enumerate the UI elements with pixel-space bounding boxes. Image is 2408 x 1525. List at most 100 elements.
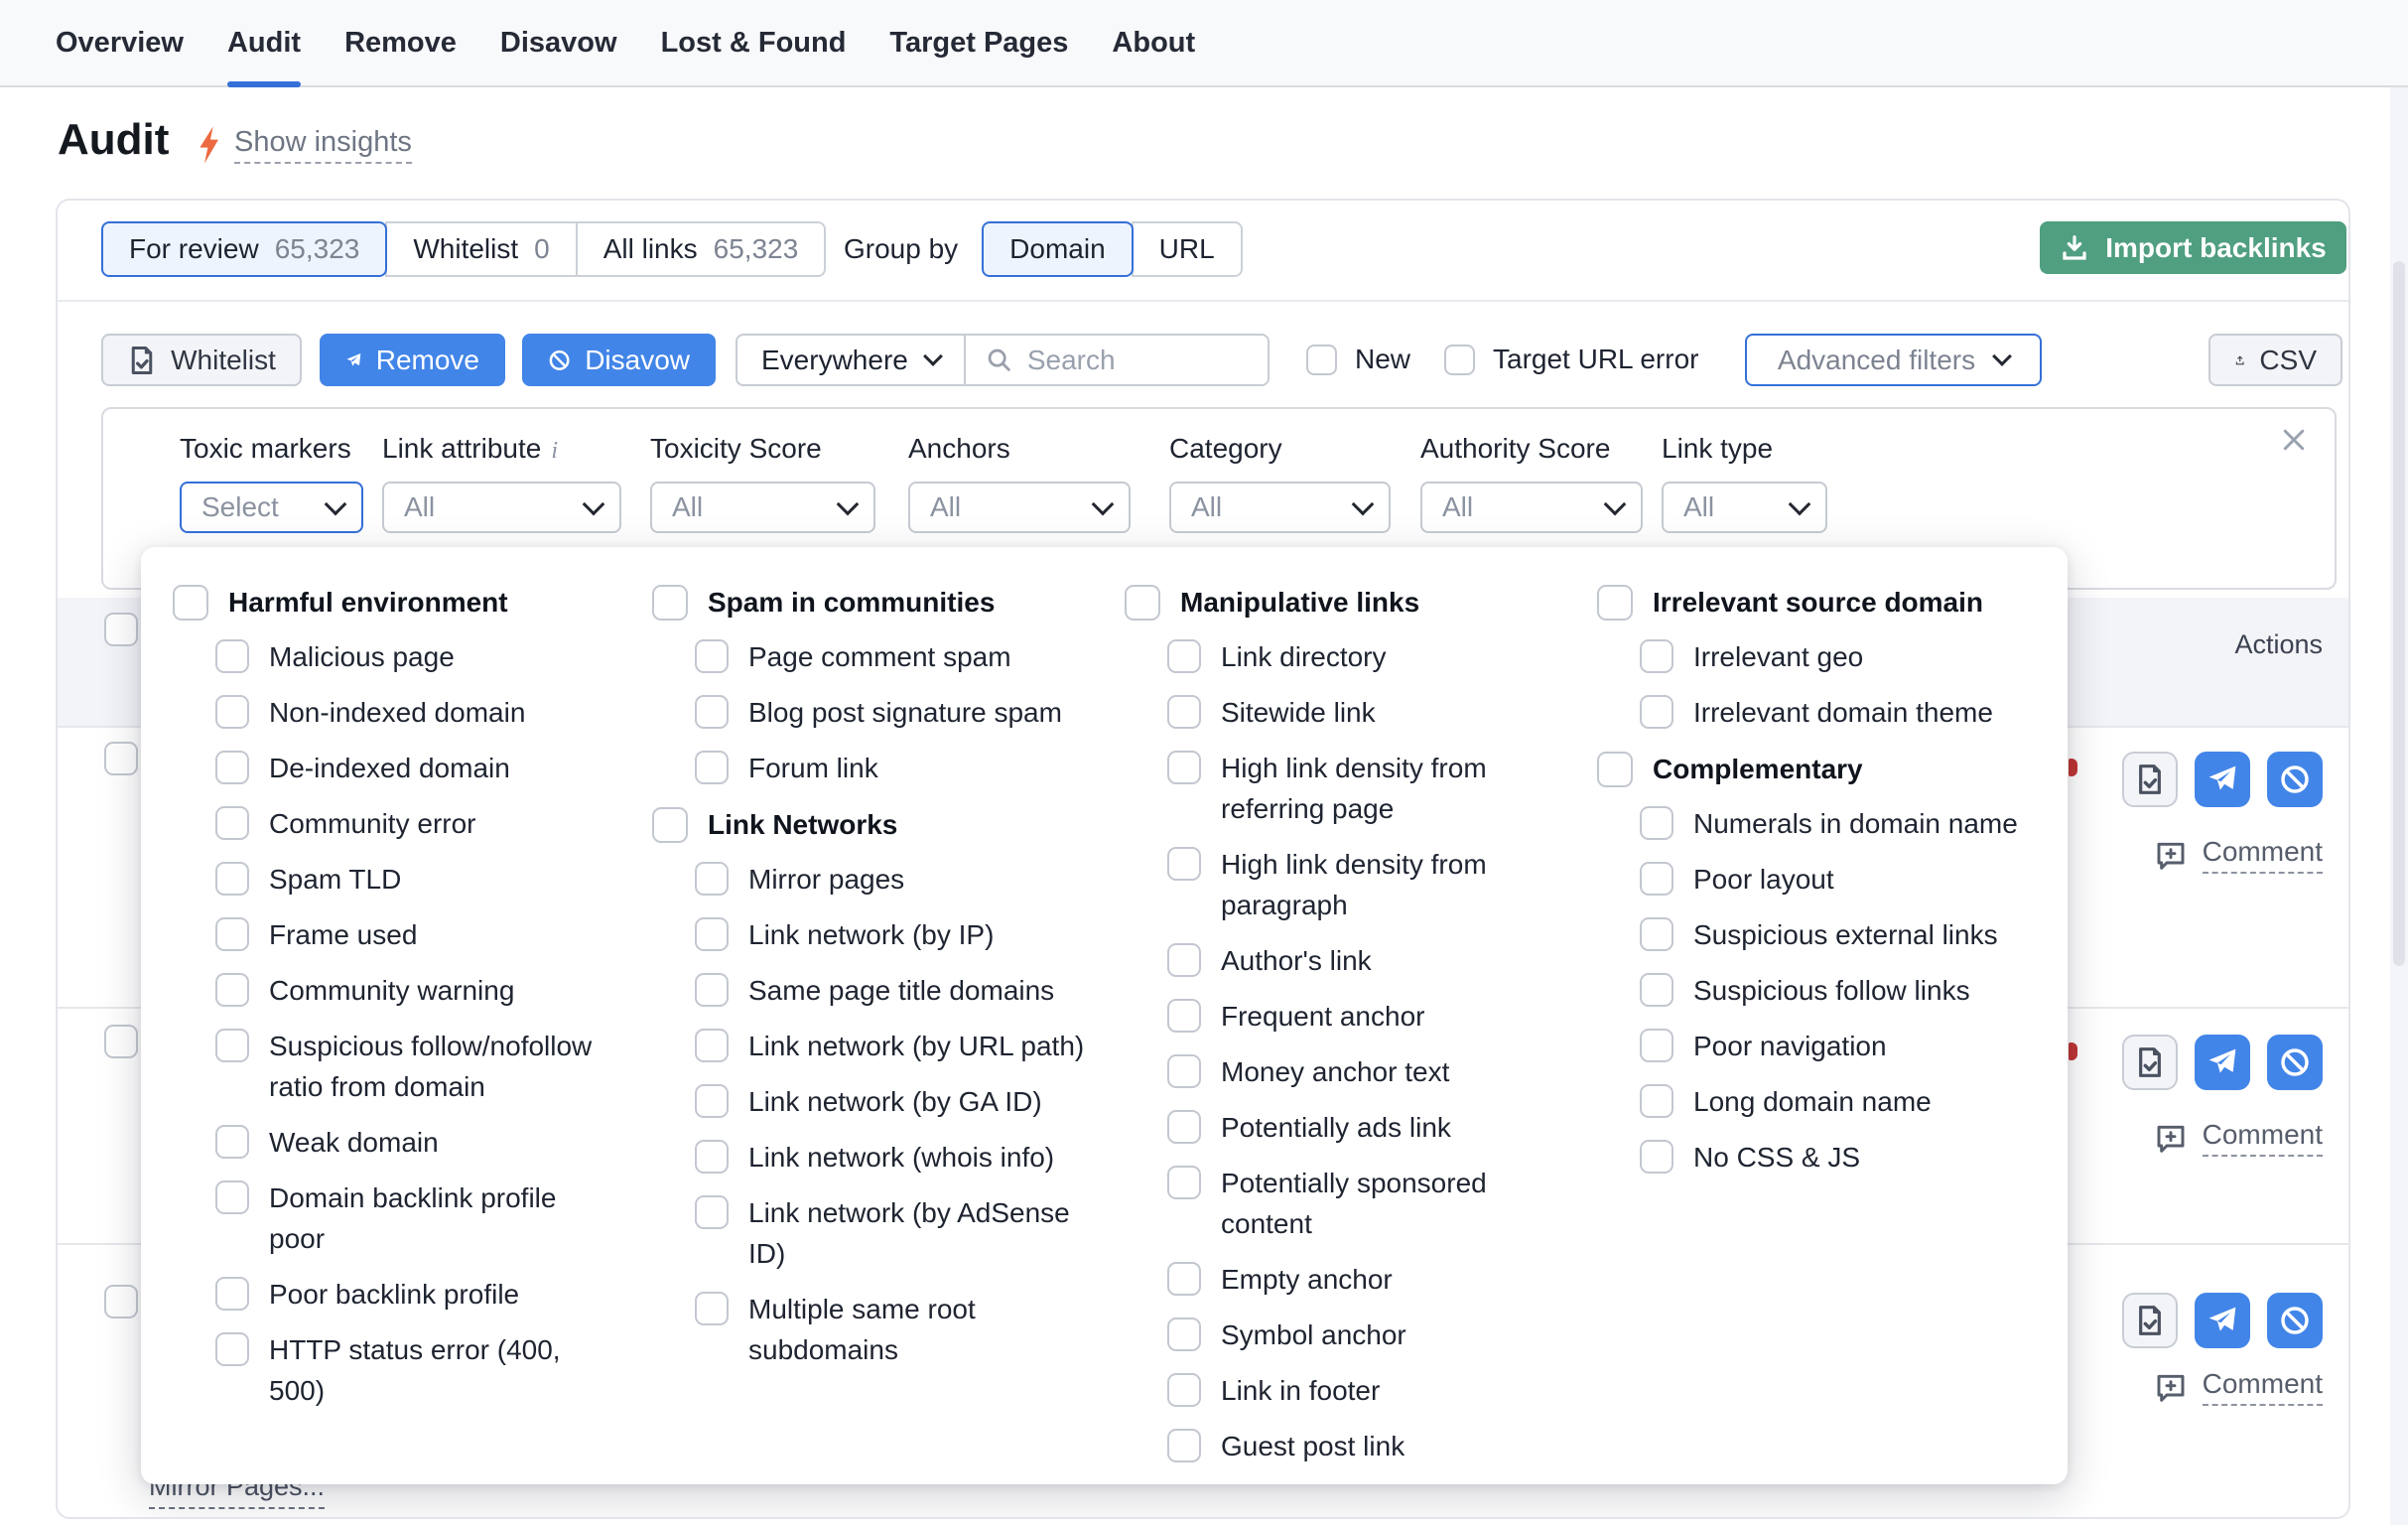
row-checkbox[interactable] xyxy=(104,1285,138,1318)
row-checkbox[interactable] xyxy=(104,1025,138,1058)
item-checkbox[interactable] xyxy=(1640,806,1673,840)
group-checkbox[interactable] xyxy=(1597,585,1633,621)
item-checkbox[interactable] xyxy=(1167,1166,1201,1199)
item-checkbox[interactable] xyxy=(1167,1054,1201,1088)
group-by-url[interactable]: URL xyxy=(1132,221,1243,277)
filter-select[interactable]: All xyxy=(1662,482,1827,533)
close-filters-icon[interactable] xyxy=(2279,425,2309,455)
item-checkbox[interactable] xyxy=(695,917,729,951)
advanced-filters-button[interactable]: Advanced filters xyxy=(1745,334,2042,386)
whitelist-button[interactable]: Whitelist xyxy=(101,334,302,386)
group-checkbox[interactable] xyxy=(173,585,208,621)
item-checkbox[interactable] xyxy=(1167,639,1201,673)
nav-remove[interactable]: Remove xyxy=(344,0,457,85)
item-checkbox[interactable] xyxy=(695,1292,729,1325)
item-checkbox[interactable] xyxy=(1640,973,1673,1007)
row-whitelist-button[interactable] xyxy=(2122,752,2178,807)
item-checkbox[interactable] xyxy=(695,1084,729,1118)
item-checkbox[interactable] xyxy=(1640,917,1673,951)
row-remove-button[interactable] xyxy=(2195,752,2250,807)
item-checkbox[interactable] xyxy=(215,1125,249,1159)
comment-link[interactable]: Comment xyxy=(2155,1119,2323,1157)
item-checkbox[interactable] xyxy=(695,862,729,896)
tab-whitelist[interactable]: Whitelist 0 xyxy=(385,221,577,277)
item-checkbox[interactable] xyxy=(1167,999,1201,1033)
item-checkbox[interactable] xyxy=(695,695,729,729)
row-remove-button[interactable] xyxy=(2195,1035,2250,1090)
row-whitelist-button[interactable] xyxy=(2122,1293,2178,1348)
item-checkbox[interactable] xyxy=(695,639,729,673)
search-input[interactable]: Search xyxy=(966,336,1268,384)
item-checkbox[interactable] xyxy=(695,751,729,784)
page-scrollbar[interactable] xyxy=(2390,87,2408,1525)
item-checkbox[interactable] xyxy=(1167,943,1201,977)
item-checkbox[interactable] xyxy=(215,862,249,896)
new-checkbox[interactable] xyxy=(1306,345,1337,375)
select-all-checkbox[interactable] xyxy=(104,613,138,646)
group-checkbox[interactable] xyxy=(652,807,688,843)
item-checkbox[interactable] xyxy=(1167,1317,1201,1351)
group-checkbox[interactable] xyxy=(652,585,688,621)
row-whitelist-button[interactable] xyxy=(2122,1035,2178,1090)
tab-all-links[interactable]: All links 65,323 xyxy=(576,221,827,277)
item-checkbox[interactable] xyxy=(695,1195,729,1229)
import-backlinks-button[interactable]: Import backlinks xyxy=(2040,221,2346,274)
item-checkbox[interactable] xyxy=(215,751,249,784)
item-checkbox[interactable] xyxy=(695,973,729,1007)
item-checkbox[interactable] xyxy=(1640,639,1673,673)
item-checkbox[interactable] xyxy=(215,1029,249,1062)
comment-link[interactable]: Comment xyxy=(2155,1368,2323,1406)
nav-lost-and-found[interactable]: Lost & Found xyxy=(661,0,847,85)
nav-target-pages[interactable]: Target Pages xyxy=(889,0,1068,85)
item-checkbox[interactable] xyxy=(1167,695,1201,729)
scope-select[interactable]: Everywhere xyxy=(737,336,966,384)
scrollbar-thumb[interactable] xyxy=(2393,261,2405,966)
item-checkbox[interactable] xyxy=(695,1140,729,1174)
item-checkbox[interactable] xyxy=(1167,847,1201,881)
group-checkbox[interactable] xyxy=(1597,752,1633,787)
filter-select[interactable]: All xyxy=(382,482,621,533)
item-checkbox[interactable] xyxy=(1640,695,1673,729)
item-checkbox[interactable] xyxy=(215,695,249,729)
filter-select[interactable]: Select xyxy=(180,482,363,533)
item-checkbox[interactable] xyxy=(215,639,249,673)
item-checkbox[interactable] xyxy=(215,917,249,951)
show-insights-link[interactable]: Show insights xyxy=(234,126,412,164)
item-checkbox[interactable] xyxy=(1640,1084,1673,1118)
item-checkbox[interactable] xyxy=(215,1180,249,1214)
item-checkbox[interactable] xyxy=(1640,1140,1673,1174)
export-csv-button[interactable]: CSV xyxy=(2208,334,2342,386)
target-url-error-checkbox[interactable] xyxy=(1444,345,1475,375)
item-checkbox[interactable] xyxy=(1167,1262,1201,1296)
row-remove-button[interactable] xyxy=(2195,1293,2250,1348)
tab-for-review[interactable]: For review 65,323 xyxy=(101,221,387,277)
filter-select[interactable]: All xyxy=(650,482,875,533)
filter-select[interactable]: All xyxy=(1420,482,1643,533)
row-disavow-button[interactable] xyxy=(2267,1035,2323,1090)
nav-audit[interactable]: Audit xyxy=(227,0,301,85)
item-checkbox[interactable] xyxy=(695,1029,729,1062)
filter-select[interactable]: All xyxy=(1169,482,1391,533)
item-checkbox[interactable] xyxy=(215,806,249,840)
remove-button[interactable]: Remove xyxy=(320,334,505,386)
nav-overview[interactable]: Overview xyxy=(56,0,184,85)
nav-about[interactable]: About xyxy=(1112,0,1195,85)
item-checkbox[interactable] xyxy=(1167,1373,1201,1407)
group-checkbox[interactable] xyxy=(1125,585,1160,621)
disavow-button[interactable]: Disavow xyxy=(522,334,716,386)
row-disavow-button[interactable] xyxy=(2267,1293,2323,1348)
item-checkbox[interactable] xyxy=(215,1332,249,1366)
item-checkbox[interactable] xyxy=(215,1277,249,1311)
item-checkbox[interactable] xyxy=(1167,751,1201,784)
item-checkbox[interactable] xyxy=(1167,1429,1201,1462)
row-checkbox[interactable] xyxy=(104,742,138,775)
nav-disavow[interactable]: Disavow xyxy=(500,0,617,85)
item-checkbox[interactable] xyxy=(1167,1110,1201,1144)
item-checkbox[interactable] xyxy=(215,973,249,1007)
item-checkbox[interactable] xyxy=(1640,1029,1673,1062)
row-disavow-button[interactable] xyxy=(2267,752,2323,807)
filter-select[interactable]: All xyxy=(908,482,1131,533)
comment-link[interactable]: Comment xyxy=(2155,836,2323,874)
item-checkbox[interactable] xyxy=(1640,862,1673,896)
group-by-domain[interactable]: Domain xyxy=(982,221,1133,277)
